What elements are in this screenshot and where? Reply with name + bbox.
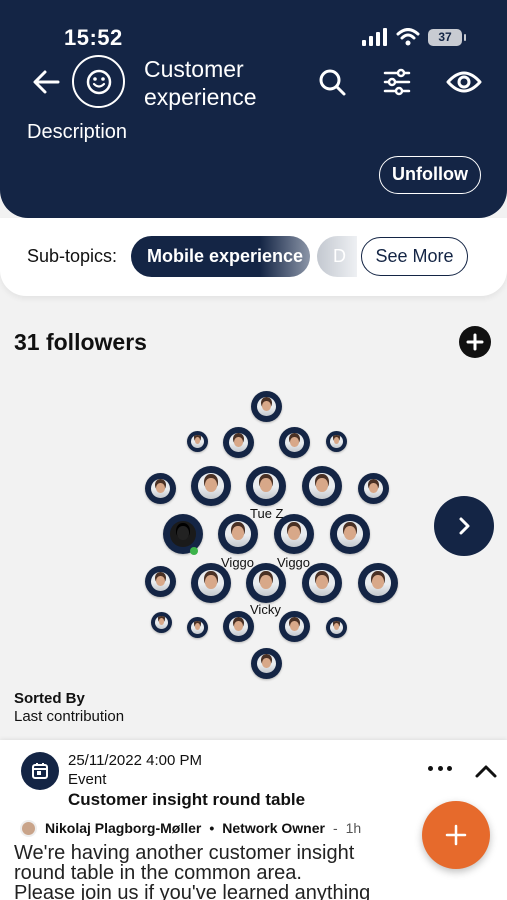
author-name[interactable]: Nikolaj Plagborg-Møller <box>45 820 201 836</box>
more-dot-icon <box>447 765 452 771</box>
time-separator: - <box>332 820 338 836</box>
event-title[interactable]: Customer insight round table <box>68 790 305 810</box>
follower-avatar[interactable] <box>151 612 172 633</box>
event-date: 25/11/2022 4:00 PM <box>68 752 202 769</box>
author-avatar[interactable] <box>20 819 37 837</box>
filter-sliders-icon <box>383 68 411 96</box>
sort-order-select[interactable]: Last contribution <box>14 708 124 725</box>
followers-count: 31 followers <box>14 329 147 355</box>
chevron-up-icon <box>475 765 497 778</box>
follower-avatar[interactable] <box>326 431 347 452</box>
view-button[interactable] <box>444 62 484 102</box>
search-icon <box>319 69 346 96</box>
post-body-line: round table in the common area. <box>14 862 302 884</box>
follower-avatar[interactable] <box>279 427 310 458</box>
follower-avatar[interactable] <box>279 611 310 642</box>
page-title: Customer experience <box>144 56 257 110</box>
followers-cluster: Tue Z Viggo Viggo Vicky <box>0 380 507 685</box>
add-follower-button[interactable] <box>459 326 491 358</box>
post-body-line: We're having another customer insight <box>14 842 355 864</box>
unfollow-button[interactable]: Unfollow <box>379 156 481 194</box>
calendar-icon <box>32 763 48 779</box>
subtopics-label: Sub-topics: <box>27 246 118 266</box>
sorted-by-label: Sorted By <box>14 690 85 707</box>
post-body[interactable]: We're having another customer insight ro… <box>14 843 404 900</box>
follower-avatar[interactable] <box>191 563 231 603</box>
status-time: 15:52 <box>64 25 123 50</box>
next-page-button[interactable] <box>434 496 494 556</box>
follower-avatar[interactable] <box>358 563 398 603</box>
follower-name-label: Vicky <box>250 602 281 617</box>
author-role: Network Owner <box>222 820 325 836</box>
follower-avatar[interactable] <box>251 648 282 679</box>
follower-avatar[interactable] <box>223 611 254 642</box>
subtopic-chip-partial[interactable]: D <box>317 236 357 277</box>
back-arrow-icon <box>33 70 60 94</box>
follower-avatar[interactable] <box>251 391 282 422</box>
follower-avatar[interactable] <box>223 427 254 458</box>
see-more-button[interactable]: See More <box>361 237 468 276</box>
eye-icon <box>446 71 482 93</box>
subtopic-chip-mobile-experience[interactable]: Mobile experience <box>131 236 310 277</box>
follower-avatar[interactable] <box>218 514 258 554</box>
post-time-ago: 1h <box>345 820 362 836</box>
filter-button[interactable] <box>377 62 417 102</box>
follower-avatar[interactable] <box>358 473 389 504</box>
event-type-badge <box>21 752 59 790</box>
plus-icon <box>445 824 467 846</box>
plus-icon <box>466 333 484 351</box>
follower-avatar[interactable] <box>246 563 286 603</box>
more-dot-icon <box>428 765 433 771</box>
online-status-indicator <box>190 547 198 555</box>
subtopics-bar: Sub-topics: Mobile experience D See More <box>0 218 507 296</box>
collapse-button[interactable] <box>474 762 498 780</box>
wifi-icon <box>396 28 420 46</box>
topic-avatar <box>72 55 125 108</box>
more-dot-icon <box>437 765 443 771</box>
signal-icon <box>362 28 387 46</box>
status-icons: 37 <box>362 26 466 48</box>
smiley-icon <box>86 69 111 94</box>
follower-avatar[interactable] <box>145 473 176 504</box>
post-body-line: Please join us if you've learned anythin… <box>14 882 371 900</box>
more-options-button[interactable] <box>426 760 454 776</box>
follower-avatar[interactable] <box>302 466 342 506</box>
follower-avatar[interactable] <box>326 617 347 638</box>
create-post-button[interactable] <box>422 801 490 869</box>
follower-avatar[interactable] <box>302 563 342 603</box>
chevron-right-icon <box>459 517 470 535</box>
follower-avatar[interactable] <box>246 466 286 506</box>
back-button[interactable] <box>28 63 66 101</box>
post-type-label: Event <box>68 771 107 788</box>
follower-avatar[interactable] <box>330 514 370 554</box>
follower-avatar[interactable] <box>145 566 176 597</box>
search-button[interactable] <box>312 62 352 102</box>
battery-icon: 37 <box>428 28 466 46</box>
description-link[interactable]: Description <box>27 121 127 144</box>
follower-avatar[interactable] <box>187 617 208 638</box>
follower-avatar[interactable] <box>191 466 231 506</box>
follower-avatar[interactable] <box>274 514 314 554</box>
follower-avatar[interactable] <box>187 431 208 452</box>
author-separator: • <box>209 820 215 836</box>
post-author-row: Nikolaj Plagborg-Møller • Network Owner … <box>20 819 361 837</box>
topic-header: 15:52 37 Customer experience Description… <box>0 0 507 218</box>
